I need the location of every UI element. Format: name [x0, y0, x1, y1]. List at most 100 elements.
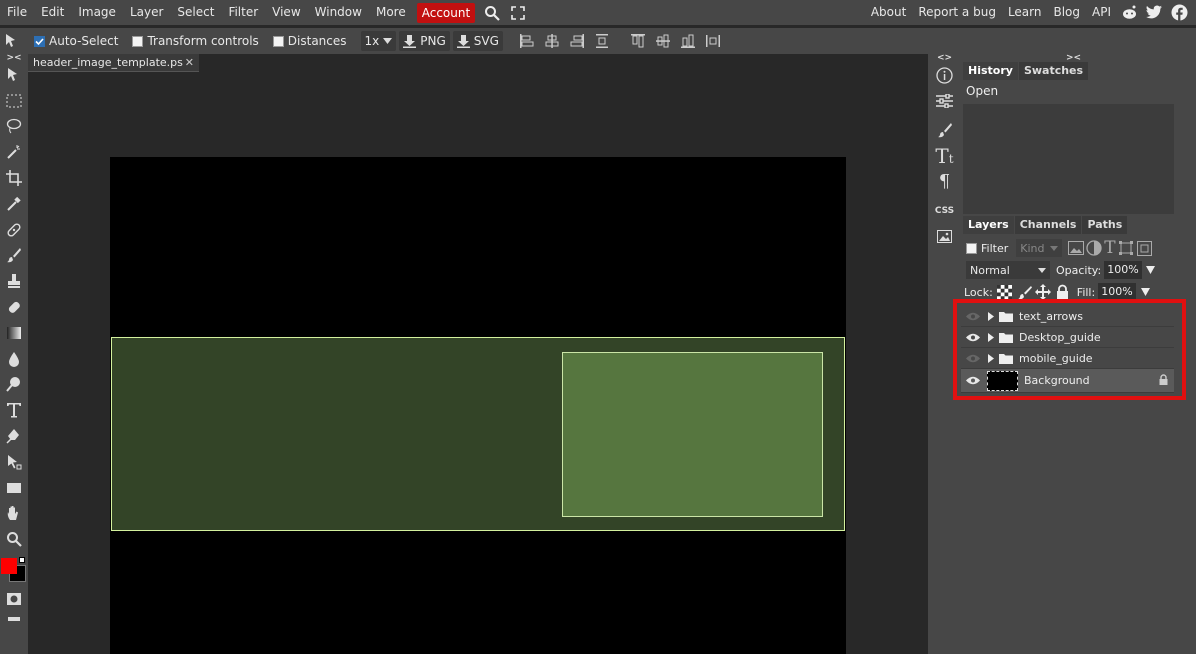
auto-select-option[interactable]: Auto-Select — [34, 34, 118, 48]
image-icon[interactable] — [928, 224, 961, 250]
strip-collapse[interactable]: <> — [928, 54, 961, 63]
desktop-guide-rect[interactable] — [111, 337, 845, 531]
visibility-eye-icon[interactable] — [961, 354, 985, 363]
filter-image-icon[interactable] — [1068, 241, 1085, 255]
marquee-tool-icon[interactable] — [0, 88, 28, 114]
expand-arrow-icon[interactable] — [985, 332, 997, 342]
fullscreen-icon[interactable] — [507, 2, 529, 24]
link-learn[interactable]: Learn — [1002, 0, 1048, 25]
align-hcenter-icon[interactable] — [544, 33, 560, 49]
filter-checkbox[interactable] — [966, 242, 977, 254]
kind-select[interactable]: Kind — [1016, 239, 1063, 257]
hand-tool-icon[interactable] — [0, 501, 28, 527]
dodge-tool-icon[interactable] — [0, 372, 28, 398]
path-select-tool-icon[interactable] — [0, 449, 28, 475]
default-colors-icon[interactable] — [19, 557, 25, 564]
align-vcenter-icon[interactable] — [655, 33, 671, 49]
lock-transparency-icon[interactable] — [996, 284, 1012, 300]
mobile-guide-rect[interactable] — [562, 352, 823, 517]
transform-controls-option[interactable]: Transform controls — [132, 34, 259, 48]
adjustments-icon[interactable] — [928, 89, 961, 115]
type-tool-icon[interactable] — [0, 397, 28, 423]
layer-row-mobile-guide[interactable]: mobile_guide — [961, 348, 1174, 369]
auto-select-checkbox[interactable] — [34, 35, 45, 47]
tab-history[interactable]: History — [963, 62, 1018, 80]
transform-controls-checkbox[interactable] — [132, 35, 144, 47]
lock-position-icon[interactable] — [1034, 284, 1051, 300]
eraser-tool-icon[interactable] — [0, 294, 28, 320]
filter-smart-object-icon[interactable] — [1136, 240, 1152, 256]
opacity-input[interactable]: 100% — [1104, 261, 1142, 279]
document-tab[interactable]: header_image_template.ps ✕ — [28, 54, 199, 72]
filter-shape-icon[interactable] — [1118, 240, 1134, 256]
pen-tool-icon[interactable] — [0, 423, 28, 449]
quick-mask-icon[interactable] — [0, 586, 28, 612]
search-icon[interactable] — [481, 2, 503, 24]
history-scroll-area[interactable] — [963, 104, 1174, 214]
expand-arrow-icon[interactable] — [985, 353, 997, 363]
brush-tool-icon[interactable] — [0, 243, 28, 269]
menu-edit[interactable]: Edit — [34, 0, 71, 25]
history-item[interactable]: Open — [966, 84, 1196, 98]
eyedropper-tool-icon[interactable] — [0, 191, 28, 217]
magic-wand-tool-icon[interactable] — [0, 139, 28, 165]
tab-paths[interactable]: Paths — [1082, 216, 1128, 234]
right-collapse[interactable]: >< — [961, 54, 1196, 63]
fill-dropdown-icon[interactable] — [1140, 288, 1150, 296]
menu-view[interactable]: View — [265, 0, 307, 25]
gradient-tool-icon[interactable] — [0, 320, 28, 346]
layer-row-background[interactable]: Background — [961, 369, 1174, 393]
visibility-eye-icon[interactable] — [961, 333, 985, 342]
blend-mode-select[interactable]: Normal — [966, 261, 1050, 279]
opacity-dropdown-icon[interactable] — [1145, 266, 1155, 274]
screen-mode-icon[interactable] — [0, 612, 28, 626]
brush-settings-icon[interactable] — [928, 118, 961, 144]
shape-tool-icon[interactable] — [0, 475, 28, 501]
align-right-icon[interactable] — [569, 33, 585, 49]
distances-option[interactable]: Distances — [272, 34, 347, 48]
character-icon[interactable]: Tt — [928, 144, 961, 170]
color-swatches[interactable] — [0, 552, 28, 586]
tab-channels[interactable]: Channels — [1014, 216, 1082, 234]
menu-layer[interactable]: Layer — [123, 0, 170, 25]
twitter-icon[interactable] — [1145, 3, 1164, 22]
paragraph-icon[interactable]: ¶ — [928, 169, 961, 195]
fill-input[interactable]: 100% — [1098, 283, 1136, 301]
foreground-color-swatch[interactable] — [1, 558, 17, 575]
export-png-button[interactable]: PNG — [399, 31, 450, 51]
visibility-eye-icon[interactable] — [961, 312, 985, 321]
menu-more[interactable]: More — [369, 0, 413, 25]
tab-layers[interactable]: Layers — [963, 216, 1014, 234]
crop-tool-icon[interactable] — [0, 165, 28, 191]
zoom-select[interactable]: 1x — [360, 31, 397, 51]
menu-select[interactable]: Select — [170, 0, 221, 25]
lasso-tool-icon[interactable] — [0, 114, 28, 140]
menu-filter[interactable]: Filter — [221, 0, 265, 25]
lock-pixels-icon[interactable] — [1017, 285, 1032, 300]
filter-type-icon[interactable]: T — [1104, 238, 1115, 258]
blur-tool-icon[interactable] — [0, 346, 28, 372]
visibility-eye-icon[interactable] — [961, 376, 985, 385]
zoom-tool-icon[interactable] — [0, 526, 28, 552]
distribute-vertical-icon[interactable] — [594, 33, 610, 49]
account-button[interactable]: Account — [416, 2, 476, 23]
css-icon[interactable]: CSS — [928, 199, 961, 225]
lock-all-icon[interactable] — [1056, 284, 1069, 300]
healing-tool-icon[interactable] — [0, 217, 28, 243]
facebook-icon[interactable] — [1170, 3, 1189, 22]
layer-row-desktop-guide[interactable]: Desktop_guide — [961, 327, 1174, 348]
align-left-icon[interactable] — [519, 33, 535, 49]
workspace[interactable] — [28, 72, 928, 654]
align-top-icon[interactable] — [630, 33, 646, 49]
distribute-horizontal-icon[interactable] — [705, 33, 721, 49]
link-blog[interactable]: Blog — [1047, 0, 1086, 25]
toolbox-collapse[interactable]: >< — [0, 54, 28, 63]
close-tab-icon[interactable]: ✕ — [185, 54, 194, 71]
link-about[interactable]: About — [865, 0, 912, 25]
filter-adjustment-icon[interactable] — [1086, 240, 1102, 256]
move-tool-icon[interactable] — [0, 62, 28, 88]
export-svg-button[interactable]: SVG — [452, 31, 503, 51]
menu-window[interactable]: Window — [308, 0, 369, 25]
info-icon[interactable] — [928, 63, 961, 89]
tab-swatches[interactable]: Swatches — [1018, 62, 1089, 80]
